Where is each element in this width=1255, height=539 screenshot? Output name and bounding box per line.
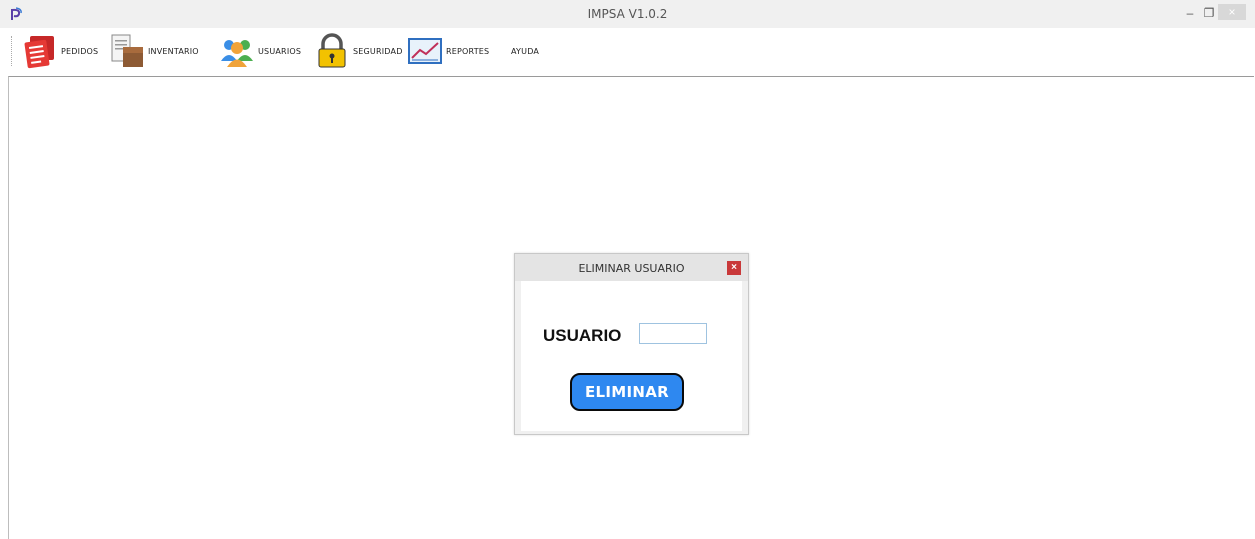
window-titlebar: IMPSA V1.0.2 – ❐ × (0, 0, 1255, 29)
inventory-icon (111, 34, 143, 67)
orders-icon (24, 36, 54, 69)
lock-icon (318, 33, 346, 68)
toolbar-label-usuarios: USUARIOS (258, 46, 302, 56)
toolbar-item-ayuda[interactable]: AYUDA (508, 32, 539, 70)
users-icon (221, 40, 253, 67)
toolbar-item-pedidos[interactable]: PEDIDOS (22, 32, 98, 70)
dialog-titlebar: ELIMINAR USUARIO × (515, 254, 748, 281)
chart-icon (408, 38, 442, 64)
minimize-button[interactable]: – (1182, 6, 1198, 20)
delete-button[interactable]: ELIMINAR (570, 373, 684, 411)
toolbar-label-inventario: INVENTARIO (148, 46, 199, 56)
main-toolbar: PEDIDOS INVENTARIO USUARIOS SEGURIDAD RE… (0, 28, 1255, 74)
dialog-close-button[interactable]: × (727, 261, 741, 275)
toolbar-item-reportes[interactable]: REPORTES (407, 32, 489, 70)
user-input[interactable] (639, 323, 707, 344)
toolbar-label-pedidos: PEDIDOS (61, 46, 99, 56)
toolbar-grip (11, 36, 14, 66)
toolbar-label-reportes: REPORTES (446, 46, 490, 56)
toolbar-item-seguridad[interactable]: SEGURIDAD (314, 32, 403, 70)
dialog-body: USUARIO ELIMINAR (521, 281, 742, 431)
toolbar-label-ayuda: AYUDA (511, 46, 540, 56)
toolbar-item-usuarios[interactable]: USUARIOS (219, 32, 301, 70)
toolbar-label-seguridad: SEGURIDAD (353, 46, 403, 56)
window-title: IMPSA V1.0.2 (587, 7, 668, 21)
toolbar-item-inventario[interactable]: INVENTARIO (109, 32, 199, 70)
delete-user-dialog: ELIMINAR USUARIO × USUARIO ELIMINAR (514, 253, 749, 435)
close-button[interactable]: × (1218, 4, 1246, 20)
restore-button[interactable]: ❐ (1200, 6, 1218, 20)
user-label: USUARIO (543, 326, 622, 345)
dialog-title: ELIMINAR USUARIO (578, 262, 685, 275)
